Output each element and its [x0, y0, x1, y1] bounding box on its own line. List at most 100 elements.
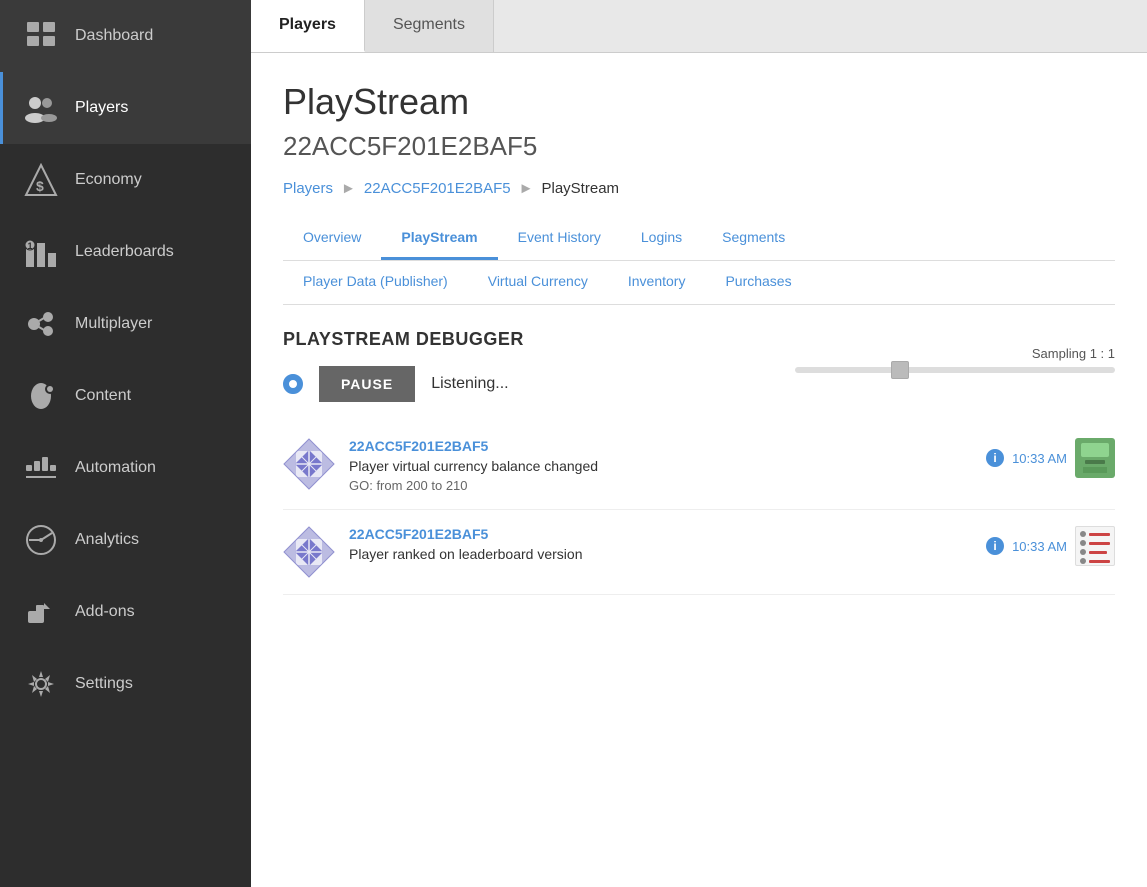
sub-tab-logins[interactable]: Logins: [621, 217, 702, 260]
event-detail-1: GO: from 200 to 210: [349, 478, 972, 493]
info-icon-2[interactable]: i: [986, 537, 1004, 555]
sub-tab-playstream[interactable]: PlayStream: [381, 217, 497, 260]
svg-text:1: 1: [28, 241, 33, 251]
lb-line-1: [1089, 533, 1110, 536]
event-right-1: i 10:33 AM: [986, 438, 1115, 478]
sidebar-item-label-content: Content: [75, 387, 131, 405]
diamond-icon-2: [283, 526, 335, 578]
breadcrumb-separator-2: ►: [519, 180, 534, 197]
sub-tab-player-data-publisher[interactable]: Player Data (Publisher): [283, 261, 468, 304]
listening-text: Listening...: [431, 375, 508, 393]
atm-bills: [1083, 467, 1107, 473]
sidebar-item-label-addons: Add-ons: [75, 603, 135, 621]
sidebar-item-automation[interactable]: Automation: [0, 432, 251, 504]
page-title: PlayStream: [283, 81, 1115, 123]
sidebar-item-label-automation: Automation: [75, 459, 156, 477]
lb-row-4: [1080, 558, 1110, 564]
lb-dot-2: [1080, 540, 1086, 546]
sampling-label: Sampling 1 : 1: [1032, 346, 1115, 361]
sidebar-item-addons[interactable]: Add-ons: [0, 576, 251, 648]
atm-slot: [1085, 460, 1105, 464]
breadcrumb-player-id-link[interactable]: 22ACC5F201E2BAF5: [364, 180, 511, 197]
leaderboards-icon: 1: [23, 234, 59, 270]
event-right-2: i 10:33 AM: [986, 526, 1115, 566]
lb-line-short-3: [1089, 551, 1107, 554]
breadcrumb-players-link[interactable]: Players: [283, 180, 333, 197]
sub-tabs-row2: Player Data (Publisher) Virtual Currency…: [283, 261, 1115, 305]
automation-icon: [23, 450, 59, 486]
lb-row-1: [1080, 531, 1110, 537]
atm-icon: [1075, 438, 1115, 478]
sidebar-item-label-multiplayer: Multiplayer: [75, 315, 152, 333]
event-body-2: 22ACC5F201E2BAF5 Player ranked on leader…: [349, 526, 972, 566]
event-time-1: 10:33 AM: [1012, 451, 1067, 466]
event-time-2: 10:33 AM: [1012, 539, 1067, 554]
sidebar-item-label-dashboard: Dashboard: [75, 27, 153, 45]
sub-tab-purchases[interactable]: Purchases: [705, 261, 811, 304]
sidebar-item-players[interactable]: Players: [0, 72, 251, 144]
sidebar-item-label-analytics: Analytics: [75, 531, 139, 549]
playstream-debugger-section: PLAYSTREAM DEBUGGER PAUSE Listening... S…: [283, 329, 1115, 595]
sidebar-item-label-settings: Settings: [75, 675, 133, 693]
economy-icon: $: [23, 162, 59, 198]
slider-thumb[interactable]: [891, 361, 909, 379]
sidebar-item-economy[interactable]: $ Economy: [0, 144, 251, 216]
sub-tab-inventory[interactable]: Inventory: [608, 261, 706, 304]
sidebar-item-label-players: Players: [75, 99, 128, 117]
content-area: PlayStream 22ACC5F201E2BAF5 Players ► 22…: [251, 53, 1147, 887]
lb-row-2: [1080, 540, 1110, 546]
event-description-1: Player virtual currency balance changed: [349, 458, 972, 474]
leaderboard-thumb-icon: [1075, 526, 1115, 566]
sub-tabs-row1: Overview PlayStream Event History Logins…: [283, 217, 1115, 261]
sidebar-item-dashboard[interactable]: Dashboard: [0, 0, 251, 72]
player-id-heading: 22ACC5F201E2BAF5: [283, 131, 1115, 162]
debugger-controls: PAUSE Listening... Sampling 1 : 1: [283, 366, 1115, 402]
svg-text:$: $: [36, 178, 44, 194]
event-icon-2: [283, 526, 335, 578]
event-icon-1: [283, 438, 335, 490]
top-tabs-bar: Players Segments: [251, 0, 1147, 53]
sub-tab-overview[interactable]: Overview: [283, 217, 381, 260]
sidebar-item-label-economy: Economy: [75, 171, 142, 189]
grid-icon: [23, 18, 59, 54]
atm-screen: [1081, 443, 1109, 457]
breadcrumb: Players ► 22ACC5F201E2BAF5 ► PlayStream: [283, 180, 1115, 197]
sub-tab-segments[interactable]: Segments: [702, 217, 805, 260]
listening-radio[interactable]: [283, 374, 303, 394]
sub-tab-virtual-currency[interactable]: Virtual Currency: [468, 261, 608, 304]
sidebar-item-settings[interactable]: Settings: [0, 648, 251, 720]
lb-dot-3: [1080, 549, 1086, 555]
lb-row-3: [1080, 549, 1110, 555]
content-icon: [23, 378, 59, 414]
event-description-2: Player ranked on leaderboard version: [349, 546, 972, 562]
sub-tab-event-history[interactable]: Event History: [498, 217, 621, 260]
diamond-icon-1: [283, 438, 335, 490]
addons-icon: [23, 594, 59, 630]
event-item-2: 22ACC5F201E2BAF5 Player ranked on leader…: [283, 510, 1115, 595]
info-icon-1[interactable]: i: [986, 449, 1004, 467]
lb-line-4: [1089, 560, 1110, 563]
lb-line-2: [1089, 542, 1110, 545]
analytics-icon: [23, 522, 59, 558]
sidebar-item-content[interactable]: Content: [0, 360, 251, 432]
players-icon: [23, 90, 59, 126]
sampling-slider[interactable]: [795, 367, 1115, 373]
sidebar-item-label-leaderboards: Leaderboards: [75, 243, 174, 261]
sidebar-item-analytics[interactable]: Analytics: [0, 504, 251, 576]
event-player-id-1[interactable]: 22ACC5F201E2BAF5: [349, 438, 972, 454]
sidebar: Dashboard Players $ Economy: [0, 0, 251, 887]
multiplayer-icon: [23, 306, 59, 342]
event-item-1: 22ACC5F201E2BAF5 Player virtual currency…: [283, 422, 1115, 510]
breadcrumb-separator-1: ►: [341, 180, 356, 197]
pause-button[interactable]: PAUSE: [319, 366, 415, 402]
sidebar-item-leaderboards[interactable]: 1 Leaderboards: [0, 216, 251, 288]
slider-container: Sampling 1 : 1: [795, 346, 1115, 373]
main-area: Players Segments PlayStream 22ACC5F201E2…: [251, 0, 1147, 887]
tab-segments[interactable]: Segments: [365, 0, 494, 52]
event-player-id-2[interactable]: 22ACC5F201E2BAF5: [349, 526, 972, 542]
tab-players[interactable]: Players: [251, 0, 365, 52]
event-body-1: 22ACC5F201E2BAF5 Player virtual currency…: [349, 438, 972, 493]
lb-dot-1: [1080, 531, 1086, 537]
sidebar-item-multiplayer[interactable]: Multiplayer: [0, 288, 251, 360]
settings-icon: [23, 666, 59, 702]
